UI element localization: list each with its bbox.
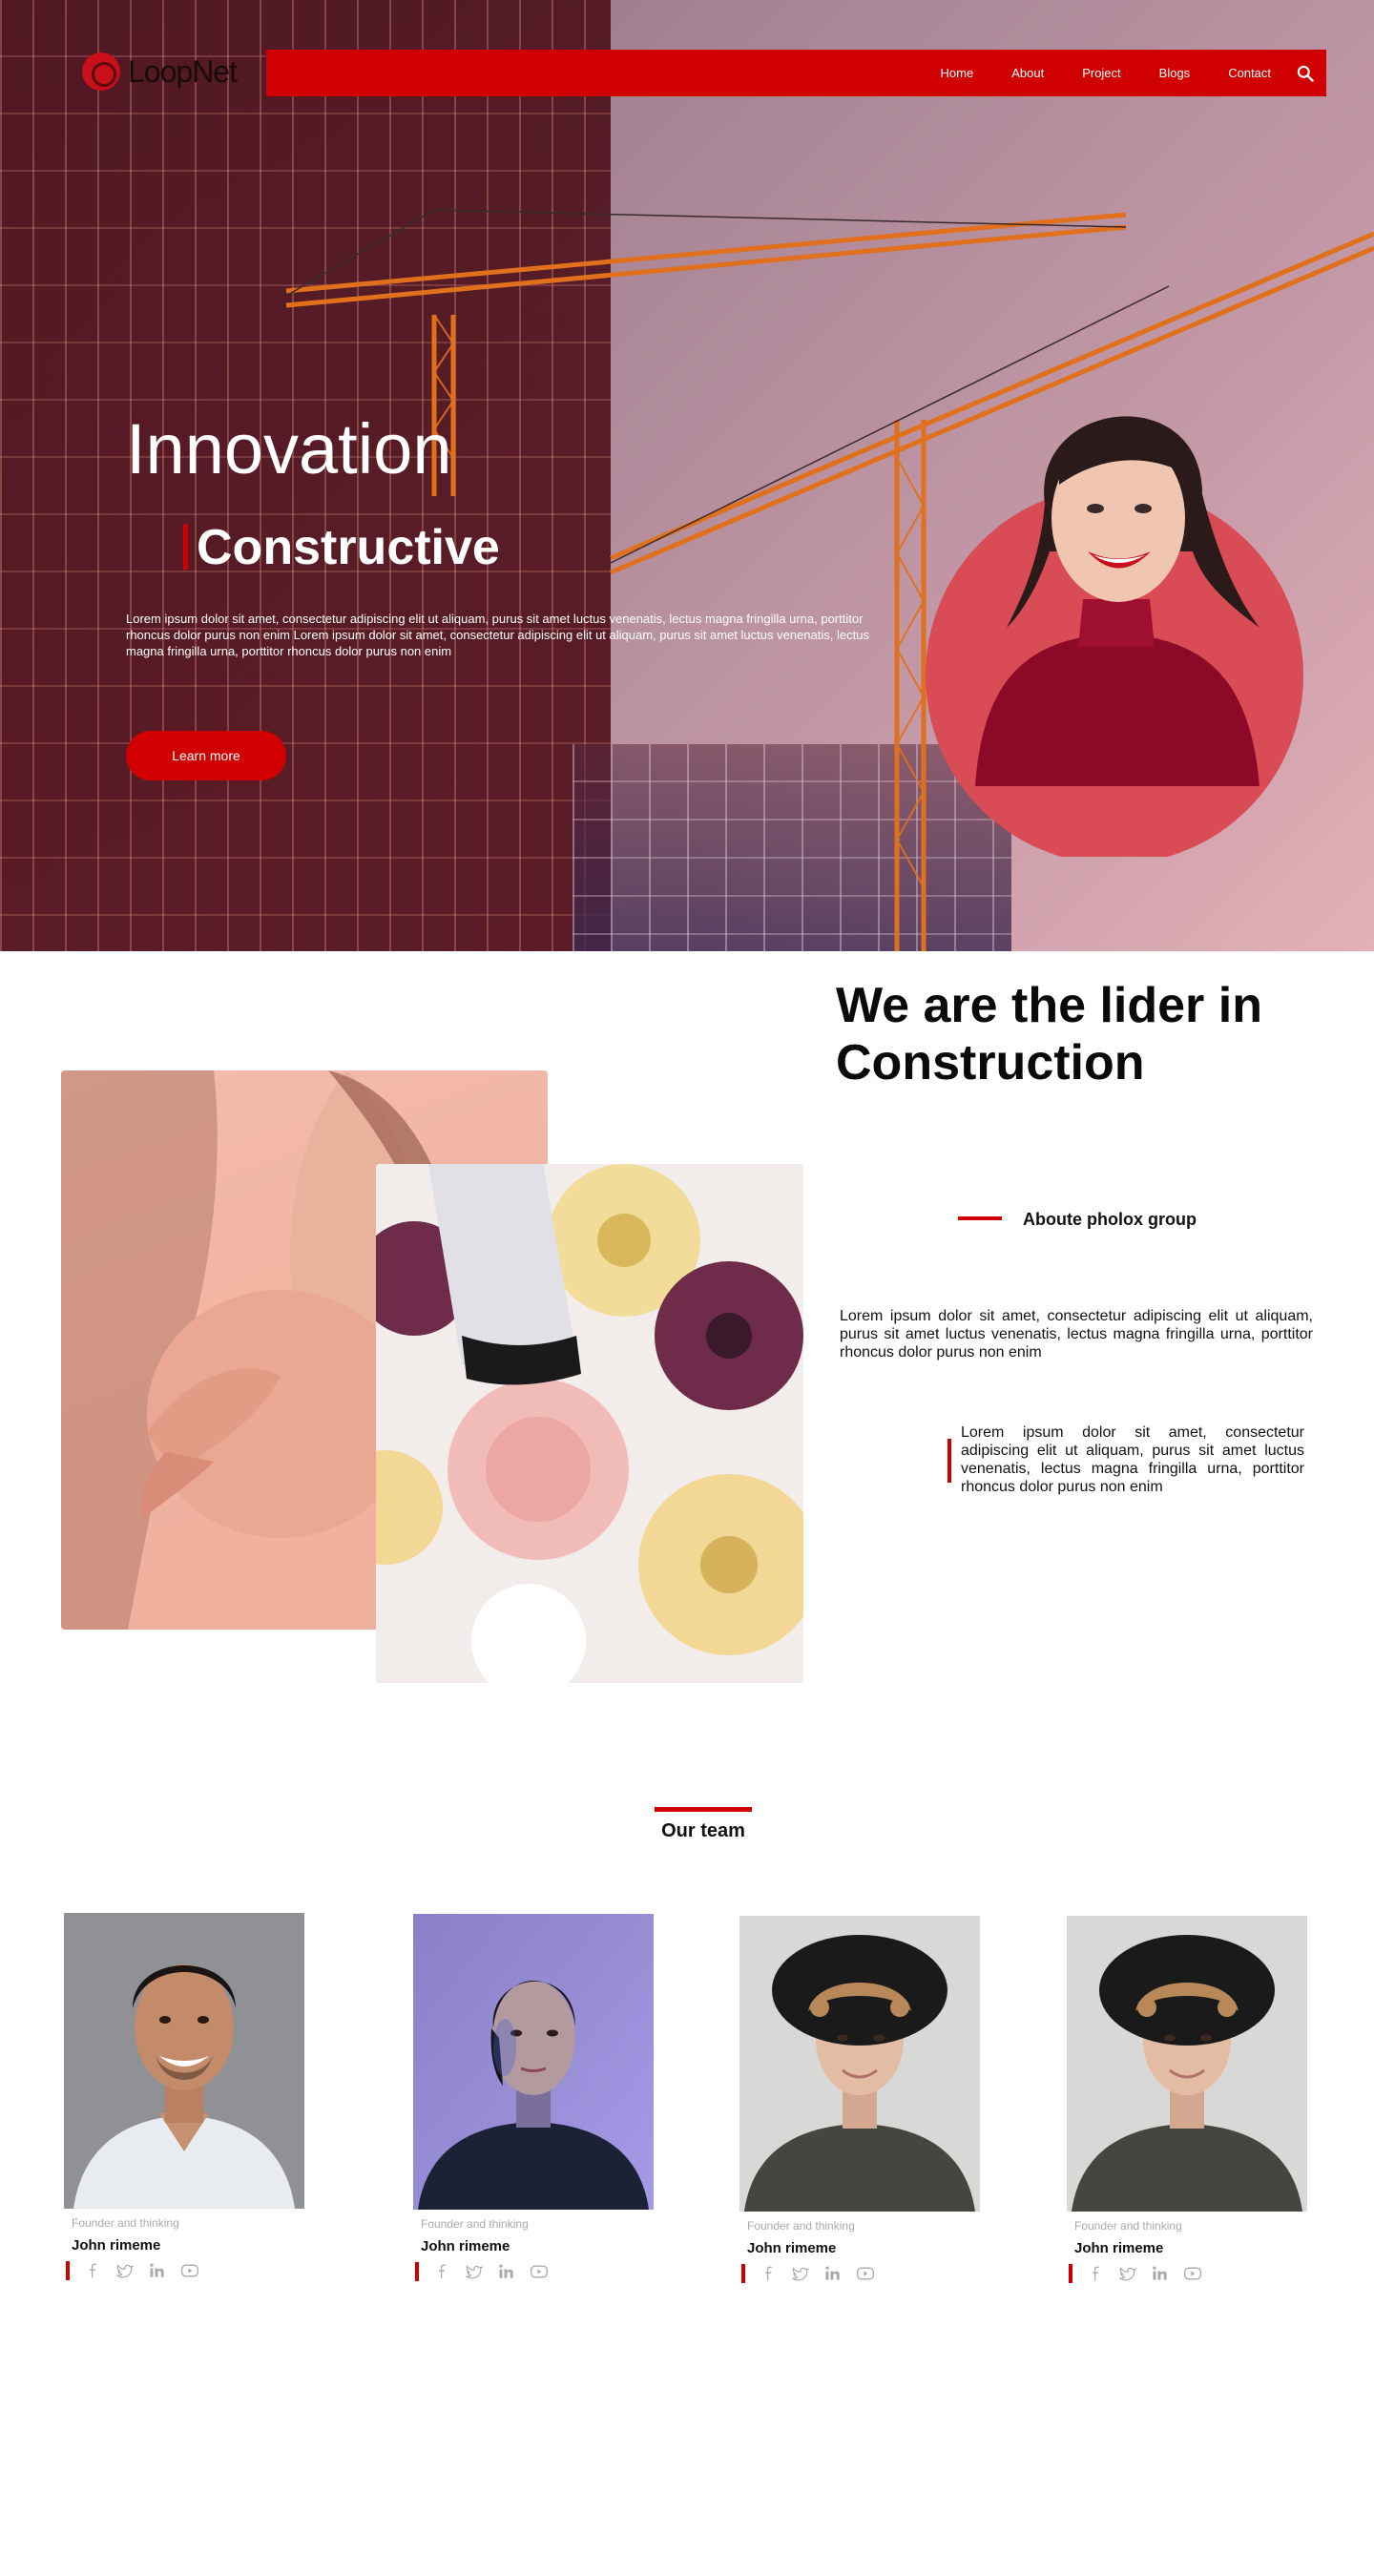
about-quote-accent <box>947 1439 951 1483</box>
linkedin-icon[interactable] <box>497 2262 516 2281</box>
about-tag: Aboute pholox group <box>1023 1210 1197 1229</box>
team-member-role: Founder and thinking <box>1074 2219 1182 2233</box>
team-member-card: Founder and thinking John rimeme <box>413 1914 654 2281</box>
facebook-icon[interactable] <box>83 2261 102 2280</box>
linkedin-icon[interactable] <box>148 2261 167 2280</box>
hero-portrait-image <box>926 416 1303 857</box>
about-title: We are the lider in Construction <box>836 978 1262 1091</box>
hero-section: LoopNet Home About Project Blogs Contact… <box>0 0 1374 951</box>
twitter-icon[interactable] <box>791 2264 810 2283</box>
team-member-social <box>1069 2264 1307 2283</box>
nav-project[interactable]: Project <box>1082 66 1120 80</box>
social-accent-bar <box>1069 2264 1072 2283</box>
team-member-name: John rimeme <box>747 2240 837 2256</box>
team-member-role: Founder and thinking <box>747 2219 855 2233</box>
team-member-role: Founder and thinking <box>72 2216 179 2230</box>
team-member-photo <box>64 1913 304 2209</box>
youtube-icon[interactable] <box>180 2261 199 2280</box>
team-title-accent <box>655 1807 752 1812</box>
nav-about[interactable]: About <box>1011 66 1044 80</box>
team-member-card: Founder and thinking John rimeme <box>64 1913 304 2280</box>
team-member-name: John rimeme <box>421 2238 510 2254</box>
hero-body-text: Lorem ipsum dolor sit amet, consectetur … <box>126 612 869 658</box>
team-member-name: John rimeme <box>72 2237 161 2254</box>
team-member-photo <box>413 1914 654 2210</box>
facebook-icon[interactable] <box>432 2262 451 2281</box>
linkedin-icon[interactable] <box>1151 2264 1170 2283</box>
team-member-card: Founder and thinking John rimeme <box>1067 1916 1307 2283</box>
about-body-text: Lorem ipsum dolor sit amet, consectetur … <box>840 1308 1313 1361</box>
team-member-social <box>415 2262 654 2281</box>
twitter-icon[interactable] <box>1118 2264 1137 2283</box>
youtube-icon[interactable] <box>1183 2264 1202 2283</box>
nav-contact[interactable]: Contact <box>1228 66 1271 80</box>
social-accent-bar <box>66 2261 70 2280</box>
team-member-social <box>66 2261 304 2280</box>
nav-home[interactable]: Home <box>941 66 974 80</box>
social-accent-bar <box>741 2264 745 2283</box>
team-title: Our team <box>661 1820 745 1841</box>
team-member-role: Founder and thinking <box>421 2217 529 2231</box>
logo-icon <box>82 52 120 91</box>
navbar: Home About Project Blogs Contact <box>266 50 1326 96</box>
about-flowers-image <box>376 1164 803 1683</box>
team-member-photo <box>1067 1916 1307 2212</box>
social-accent-bar <box>415 2262 419 2281</box>
youtube-icon[interactable] <box>530 2262 549 2281</box>
logo[interactable]: LoopNet <box>82 50 238 93</box>
facebook-icon[interactable] <box>759 2264 778 2283</box>
hero-accent-bar <box>183 524 188 570</box>
team-member-name: John rimeme <box>1074 2240 1164 2256</box>
about-tag-accent <box>958 1216 1002 1220</box>
logo-text: LoopNet <box>128 53 238 89</box>
facebook-icon[interactable] <box>1086 2264 1105 2283</box>
search-icon[interactable] <box>1296 64 1315 83</box>
hero-title: Innovation <box>126 409 452 488</box>
youtube-icon[interactable] <box>856 2264 875 2283</box>
hero-subtitle: Constructive <box>197 520 500 575</box>
team-member-card: Founder and thinking John rimeme <box>739 1916 980 2283</box>
team-member-photo <box>739 1916 980 2212</box>
about-quote-text: Lorem ipsum dolor sit amet, consectetur … <box>961 1424 1304 1495</box>
learn-more-button[interactable]: Learn more <box>126 731 286 780</box>
nav-blogs[interactable]: Blogs <box>1159 66 1191 80</box>
twitter-icon[interactable] <box>115 2261 135 2280</box>
team-member-social <box>741 2264 980 2283</box>
twitter-icon[interactable] <box>465 2262 484 2281</box>
linkedin-icon[interactable] <box>823 2264 843 2283</box>
